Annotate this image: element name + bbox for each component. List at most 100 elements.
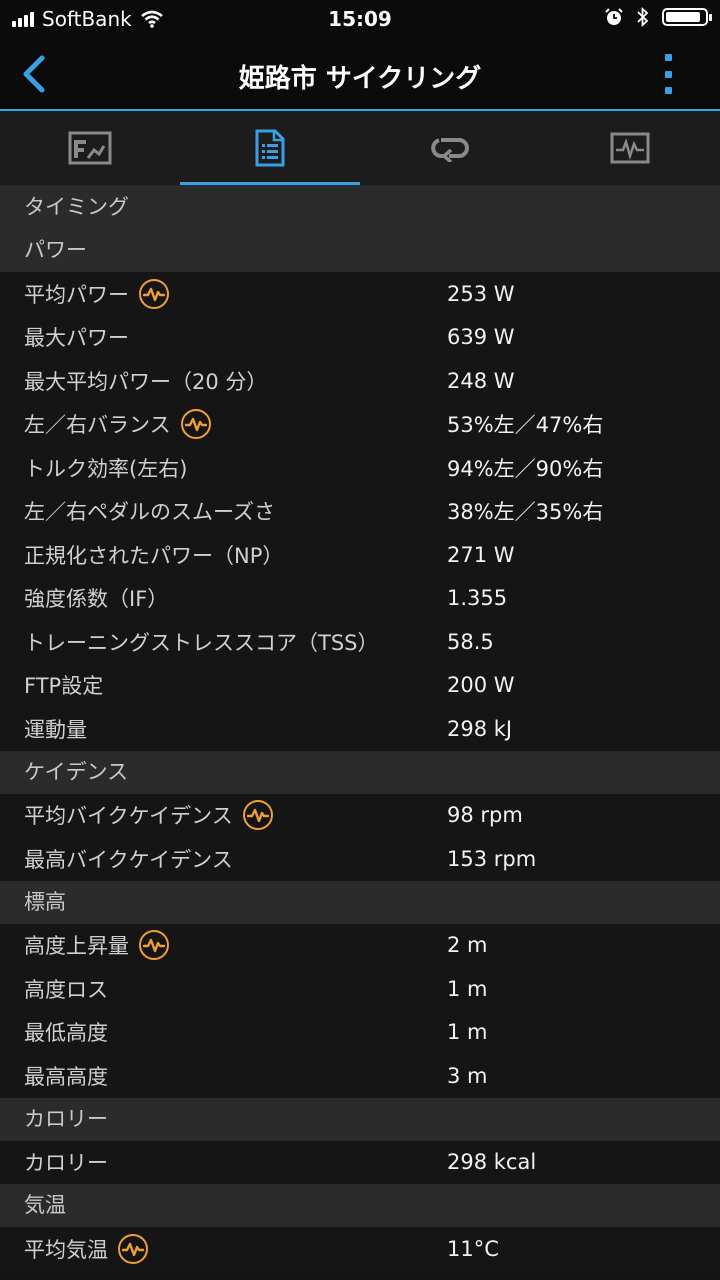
stat-value: 1 m [447,1020,488,1045]
section-header: 標高 [0,880,720,924]
battery-icon [662,8,712,26]
stat-label: 最低高度 [24,1021,108,1046]
stat-row: 最大平均パワー（20 分） 248 W [0,359,720,403]
stat-label: 最大パワー [24,326,129,351]
stat-label: トレーニングストレススコア（TSS） [24,630,379,655]
section-header: パワー [0,229,720,272]
insight-pulse-icon[interactable] [242,800,273,831]
stat-label-cell: 左／右バランス [0,409,447,440]
stat-label: 最高バイクケイデンス [24,847,233,872]
stat-label: 高度ロス [24,977,108,1002]
section-header: 気温 [0,1184,720,1227]
stat-label: 強度係数（IF） [24,587,169,612]
stat-label: 運動量 [24,717,87,742]
section-header: ケイデンス [0,750,720,794]
stat-row: 正規化されたパワー（NP） 271 W [0,533,720,577]
stat-value: 3 m [447,1063,488,1088]
stat-row: 平均パワー 253 W [0,272,720,316]
section-header: カロリー [0,1097,720,1141]
stat-label: 平均パワー [24,282,129,307]
stat-row: 強度係数（IF） 1.355 [0,576,720,620]
stat-row: 高度ロス 1 m [0,967,720,1011]
stat-label: カロリー [24,1151,108,1176]
stat-label-cell: 最大平均パワー（20 分） [0,366,447,396]
stat-label: 最高高度 [24,1064,108,1089]
stat-row: トレーニングストレススコア（TSS） 58.5 [0,620,720,664]
stat-label-cell: 強度係数（IF） [0,583,447,613]
stat-value: 98 rpm [447,803,523,828]
stat-row: 高度上昇量 2 m [0,923,720,967]
stat-value: 58.5 [447,629,494,654]
stat-label-cell: 最高バイクケイデンス [0,844,447,874]
stat-row: 左／右ペダルのスムーズさ 38%左／35%右 [0,489,720,533]
stat-label: 左／右バランス [24,413,171,438]
stat-row: トルク効率(左右) 94%左／90%右 [0,446,720,490]
insight-pulse-icon[interactable] [139,278,169,309]
stat-row: FTP設定 200 W [0,663,720,707]
stat-label: トルク効率(左右) [24,456,188,481]
stat-value: 271 W [447,542,515,567]
stat-value: 53%左／47%右 [447,413,604,438]
stat-label-cell: カロリー [0,1147,447,1177]
tab-graphs[interactable] [540,111,720,185]
stat-row: 運動量 298 kJ [0,707,720,751]
stat-label-cell: 高度上昇量 [0,930,447,961]
more-options-button[interactable] [660,54,676,94]
stat-value: 253 W [447,281,515,306]
stat-value: 2 m [447,933,488,958]
status-bar: SoftBank 15:09 [0,0,720,36]
stat-label: 高度上昇量 [24,934,129,959]
stat-value: 639 W [447,325,515,350]
section-header: タイミング [0,186,720,229]
stat-value: 200 W [447,673,515,698]
stat-value: 298 kJ [447,716,513,741]
stat-value: 153 rpm [447,846,537,871]
page-title: 姫路市 サイクリング [238,64,482,94]
tab-details[interactable] [180,111,360,185]
stat-label-cell: 高度ロス [0,974,447,1004]
insight-pulse-icon[interactable] [180,409,211,440]
stat-value: 94%左／90%右 [447,456,604,481]
tab-summary[interactable] [0,111,180,185]
stat-value: 248 W [447,368,515,393]
stat-label: 平均バイクケイデンス [24,804,233,829]
stat-label-cell: 運動量 [0,714,447,744]
battery-level [666,12,700,22]
stat-label-cell: 最大パワー [0,322,447,352]
stat-row: 最高バイクケイデンス 153 rpm [0,837,720,881]
stat-label-cell: 最高高度 [0,1061,447,1091]
stat-label: 左／右ペダルのスムーズさ [24,500,275,525]
stat-value: 298 kcal [447,1150,537,1175]
stat-label-cell: FTP設定 [0,670,447,700]
stat-label-cell: 平均気温 [0,1233,447,1264]
stat-label-cell: トレーニングストレススコア（TSS） [0,627,447,657]
alarm-icon [605,8,623,25]
stat-value: 1.355 [447,586,508,611]
stat-label: 平均気温 [24,1237,108,1262]
tab-laps[interactable] [360,111,540,185]
details-list: タイミング パワー平均パワー 253 W 最大パワー 639 W 最大平均パワー（20 分… [0,186,720,1271]
stat-row: 左／右バランス 53%左／47%右 [0,402,720,446]
stat-label-cell: トルク効率(左右) [0,453,447,483]
stat-row: カロリー 298 kcal [0,1140,720,1184]
nav-bar: 姫路市 サイクリング [0,36,720,111]
stat-label-cell: 平均バイクケイデンス [0,800,447,831]
insight-pulse-icon[interactable] [139,930,169,961]
status-right [604,7,712,27]
insight-pulse-icon[interactable] [118,1233,148,1264]
stat-value: 1 m [447,976,488,1001]
stat-row: 最高高度 3 m [0,1054,720,1098]
stat-row: 最低高度 1 m [0,1010,720,1054]
stat-label-cell: 左／右ペダルのスムーズさ [0,496,447,526]
tab-bar [0,111,720,186]
stat-row: 平均バイクケイデンス 98 rpm [0,793,720,837]
stat-label-cell: 最低高度 [0,1017,447,1047]
stat-row: 平均気温 11°C [0,1227,720,1271]
stat-value: 11°C [447,1236,499,1261]
stat-label: 最大平均パワー（20 分） [24,369,268,394]
chart-summary-icon [68,131,112,165]
bluetooth-icon [637,7,649,27]
stat-label: FTP設定 [24,674,104,699]
stat-label-cell: 平均パワー [0,278,447,309]
laps-loop-icon [431,138,469,162]
